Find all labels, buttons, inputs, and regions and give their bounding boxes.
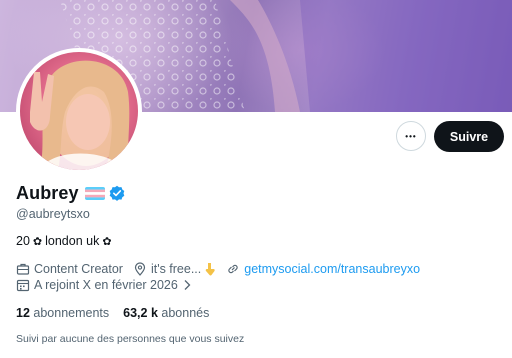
meta-link[interactable]: getmysocial.com/transaubreyxo	[226, 262, 420, 276]
location-text: it's free...	[150, 262, 202, 276]
follow-button[interactable]: Suivre	[434, 121, 504, 152]
followers-label: abonnés	[161, 306, 210, 320]
flower-icon: ✿	[32, 235, 43, 248]
more-icon: •••	[405, 131, 417, 141]
following-stat[interactable]: 12 abonnements	[16, 306, 109, 320]
followed-by-text: Suivi par aucune des personnes que vous …	[16, 333, 245, 345]
bio-location: london uk	[45, 234, 100, 248]
meta-location: it's free...	[133, 262, 216, 276]
profile-meta-row-1: Content Creator it's free... getmysocial…	[16, 262, 430, 276]
joined-text: A rejoint X en février 2026	[34, 278, 178, 292]
more-options-button[interactable]: •••	[396, 121, 426, 151]
meta-joined[interactable]: A rejoint X en février 2026	[16, 278, 191, 292]
following-label: abonnements	[33, 306, 110, 320]
follow-stats: 12 abonnements 63,2 k abonnés	[16, 306, 223, 320]
pointing-down-emoji-icon	[204, 262, 216, 276]
followers-count: 63,2 k	[123, 306, 162, 320]
handle: @aubreytsxo	[16, 207, 90, 221]
name-row: Aubrey	[16, 182, 125, 204]
location-pin-icon	[133, 262, 147, 276]
following-count: 12	[16, 306, 34, 320]
bio: 20 ✿ london uk ✿	[16, 234, 115, 248]
bio-age: 20	[16, 234, 30, 248]
follow-button-label: Suivre	[449, 129, 489, 144]
chevron-right-icon	[183, 279, 191, 291]
link-icon	[226, 262, 240, 276]
verified-badge-icon[interactable]	[109, 185, 125, 201]
avatar[interactable]	[16, 48, 142, 174]
meta-category: Content Creator	[16, 262, 123, 276]
category-text: Content Creator	[34, 262, 123, 276]
calendar-icon	[16, 278, 30, 292]
followers-stat[interactable]: 63,2 k abonnés	[123, 306, 209, 320]
display-name: Aubrey	[16, 182, 79, 203]
flower-icon: ✿	[102, 235, 112, 248]
trans-flag-icon	[84, 186, 105, 200]
profile-link[interactable]: getmysocial.com/transaubreyxo	[244, 262, 420, 276]
profile-meta-row-2: A rejoint X en février 2026	[16, 278, 201, 292]
briefcase-icon	[16, 262, 30, 276]
avatar-photo	[30, 60, 130, 170]
